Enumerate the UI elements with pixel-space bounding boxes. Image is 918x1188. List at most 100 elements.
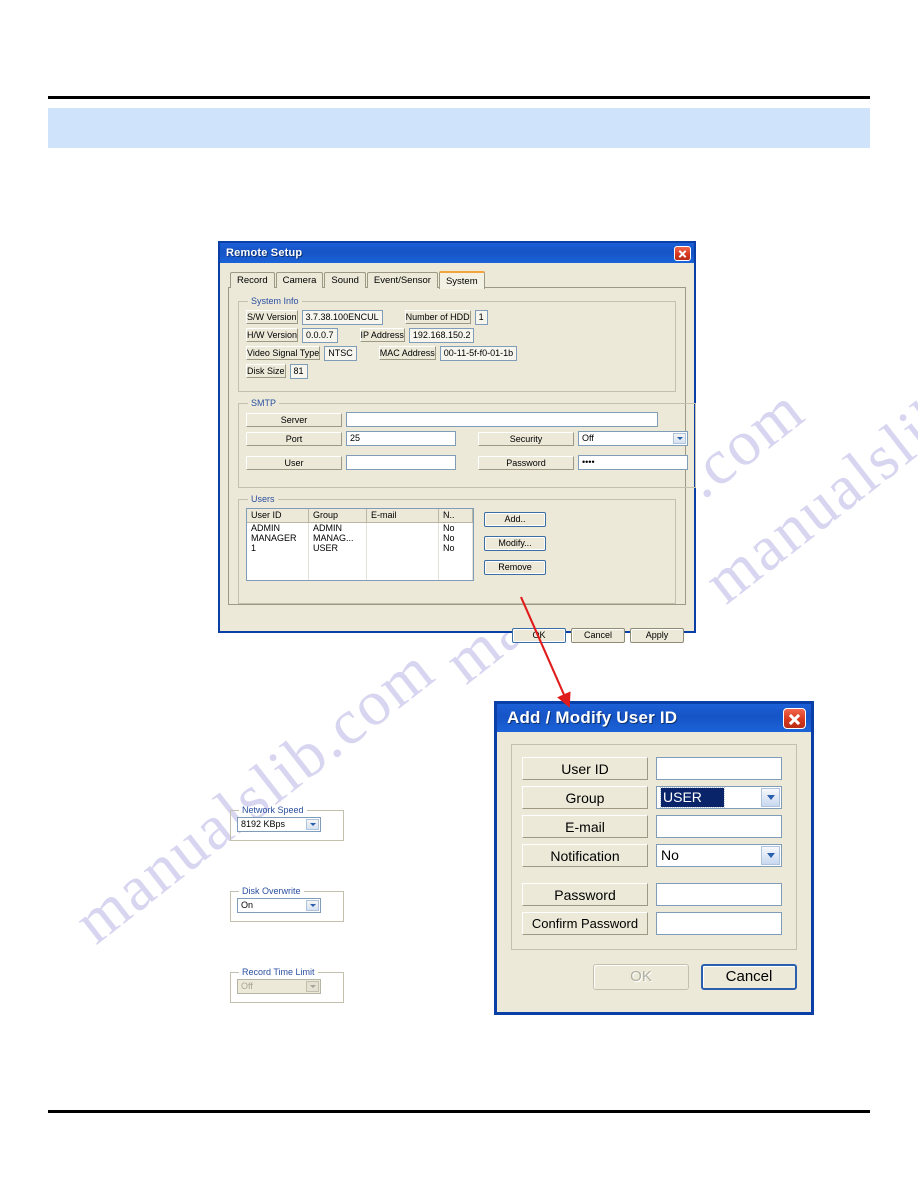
smtp-password-input[interactable]: •••• [578,455,688,470]
tab-sound[interactable]: Sound [324,272,366,288]
cancel-button[interactable]: Cancel [571,628,625,643]
email-row: E-mail [522,815,786,838]
cell-group [309,563,367,573]
users-table-header: User ID Group E-mail N.. [247,509,473,523]
group-selected-value: USER [660,787,725,808]
group-select[interactable]: USER [656,786,782,809]
group-smtp-legend: SMTP [251,398,277,408]
disk-overwrite-select[interactable]: On [237,898,321,913]
cancel-button[interactable]: Cancel [701,964,797,990]
hw-version-value: 0.0.0.7 [302,328,338,343]
remove-user-button[interactable]: Remove [484,560,546,575]
tab-camera[interactable]: Camera [275,272,324,288]
column-email[interactable]: E-mail [367,509,439,522]
page-top-rule [48,96,870,99]
cell-email [367,573,439,580]
cell-user-id: 1 [247,543,309,553]
record-time-limit-value: Off [241,981,253,991]
tab-system[interactable]: System [438,271,485,289]
remote-setup-window: Remote Setup Record Camera Sound Event/S… [218,241,696,1003]
table-row[interactable] [247,563,473,573]
notification-select[interactable]: No [656,844,782,867]
group-disk-overwrite: Disk Overwrite On [230,886,344,922]
chevron-down-icon[interactable] [306,819,319,830]
cell-group: MANAG... [309,533,367,543]
cell-user-id: MANAGER [247,533,309,543]
sysinfo-row: Disk Size 81 [246,364,668,379]
notification-row: Notification No [522,844,786,867]
disk-size-value: 81 [289,364,308,379]
cell-notify [439,563,473,573]
video-signal-type-label: Video Signal Type [246,346,321,360]
close-icon[interactable] [674,245,691,261]
network-speed-select[interactable]: 8192 KBps [237,817,321,832]
chevron-down-icon[interactable] [761,846,780,865]
table-row[interactable]: ADMIN ADMIN No [247,523,473,533]
record-time-limit-select: Off [237,979,321,994]
cell-user-id [247,573,309,580]
smtp-server-label: Server [246,412,342,427]
column-user-id[interactable]: User ID [247,509,309,522]
group-system-info-legend: System Info [251,296,299,306]
table-row[interactable] [247,553,473,563]
smtp-port-label: Port [246,431,342,446]
chevron-down-icon[interactable] [761,788,780,807]
group-users-legend: Users [251,494,275,504]
group-smtp: SMTP Server Port 25 Security Off User Pa… [238,398,696,488]
chevron-down-icon [306,981,319,992]
mac-address-label: MAC Address [378,346,436,360]
email-input[interactable] [656,815,782,838]
group-label: Group [522,786,648,809]
confirm-password-row: Confirm Password [522,912,786,935]
column-group[interactable]: Group [309,509,367,522]
users-table[interactable]: User ID Group E-mail N.. ADMIN ADMIN No [246,508,474,581]
page-header-band [48,108,870,148]
tabstrip: Record Camera Sound Event/Sensor System [230,270,686,289]
ok-button[interactable]: OK [512,628,566,643]
tab-record[interactable]: Record [230,272,275,288]
notification-label: Notification [522,844,648,867]
email-label: E-mail [522,815,648,838]
cell-group: ADMIN [309,523,367,533]
password-label: Password [522,883,648,906]
password-input[interactable] [656,883,782,906]
add-user-button[interactable]: Add.. [484,512,546,527]
cell-email [367,543,439,553]
video-signal-type-value: NTSC [324,346,357,361]
notification-value: No [661,847,679,863]
add-modify-user-title: Add / Modify User ID [507,708,678,727]
smtp-user-input[interactable] [346,455,456,470]
table-row[interactable] [247,573,473,580]
cell-notify: No [439,543,473,553]
chevron-down-icon[interactable] [673,433,686,444]
smtp-port-input[interactable]: 25 [346,431,456,446]
cell-notify [439,553,473,563]
close-icon[interactable] [783,707,806,729]
sw-version-value: 3.7.38.100ENCUL [301,310,383,325]
cell-user-id [247,553,309,563]
tab-event-sensor[interactable]: Event/Sensor [366,272,438,288]
column-notify[interactable]: N.. [439,509,473,522]
smtp-security-select[interactable]: Off [578,431,688,446]
cell-email [367,553,439,563]
password-row: Password [522,883,786,906]
remote-setup-titlebar[interactable]: Remote Setup [220,243,694,263]
remote-setup-body: Record Camera Sound Event/Sensor System … [220,263,696,1003]
table-row[interactable]: MANAGER MANAG... No [247,533,473,543]
user-id-input[interactable] [656,757,782,780]
hw-version-label: H/W Version [246,328,299,342]
cell-email [367,563,439,573]
smtp-server-input[interactable] [346,412,658,427]
table-row[interactable]: 1 USER No [247,543,473,553]
modify-user-button[interactable]: Modify... [484,536,546,551]
smtp-port-row: Port 25 Security Off [246,431,688,446]
add-modify-user-titlebar[interactable]: Add / Modify User ID [497,704,811,732]
add-modify-user-footer: OK Cancel [511,964,797,990]
cell-email [367,533,439,543]
group-record-time-limit: Record Time Limit Off [230,967,344,1003]
apply-button[interactable]: Apply [630,628,684,643]
confirm-password-input[interactable] [656,912,782,935]
sysinfo-row: H/W Version 0.0.0.7 IP Address 192.168.1… [246,328,668,343]
chevron-down-icon[interactable] [306,900,319,911]
